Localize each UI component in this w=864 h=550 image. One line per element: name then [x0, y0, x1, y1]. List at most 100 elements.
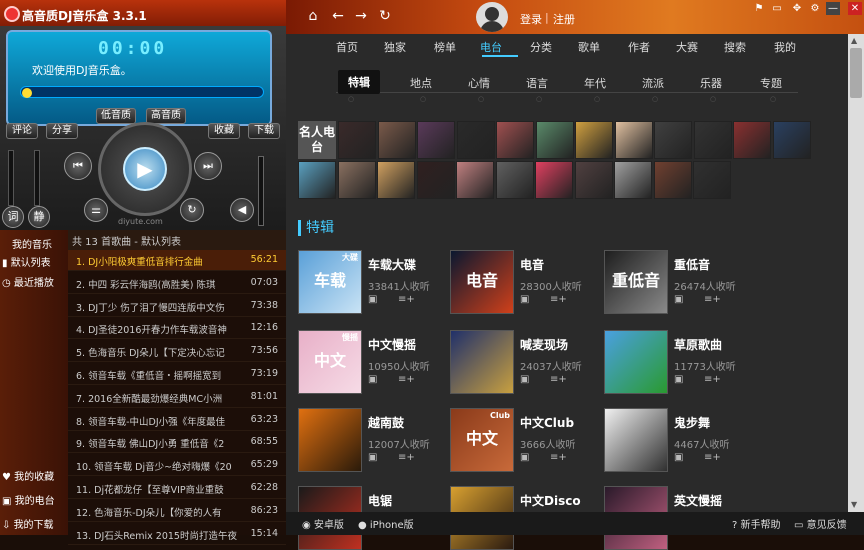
subnav-tab-4[interactable]: 年代	[584, 75, 606, 91]
card-image[interactable]	[604, 330, 668, 394]
playlist-row[interactable]: 5. 色海音乐 DJ朵儿【下定决心忘记 73:56	[68, 341, 286, 363]
card-play-icon[interactable]: ▣	[520, 294, 529, 305]
nav-tab-5[interactable]: 歌单	[578, 39, 600, 55]
playlist-row[interactable]: 10. 领音车载 Dj音少~绝对嗨爆《20 65:29	[68, 455, 286, 477]
card-play-icon[interactable]: ▣	[674, 452, 683, 463]
card-add-icon[interactable]: ≡+	[550, 452, 567, 463]
announcer-avatar[interactable]	[574, 161, 613, 199]
card-add-icon[interactable]: ≡+	[704, 374, 721, 385]
move-icon[interactable]: ✥	[790, 2, 804, 15]
announcer-avatar[interactable]	[456, 161, 494, 199]
scroll-down-icon[interactable]: ▼	[851, 500, 857, 509]
refresh-icon[interactable]: ↻	[377, 8, 393, 24]
nav-tab-1[interactable]: 独家	[384, 39, 406, 55]
scroll-up-icon[interactable]: ▲	[851, 36, 857, 45]
sidebar-item-recent[interactable]: ◷ 最近播放	[2, 274, 54, 289]
announcer-avatar[interactable]	[693, 121, 732, 159]
card-image[interactable]: 电音	[450, 250, 514, 314]
card-title[interactable]: 电锯	[368, 492, 392, 509]
card-title[interactable]: 中文慢摇	[368, 336, 416, 353]
subnav-tab-6[interactable]: 乐器	[700, 75, 722, 91]
announcer-avatar[interactable]	[614, 161, 652, 199]
playlist-row[interactable]: 2. 中四 彩云伴海鸥(高胜美) 陈琪 07:03	[68, 273, 286, 294]
sidebar-item-downloads[interactable]: ⇩ 我的下载	[2, 516, 54, 531]
user-avatar[interactable]	[476, 2, 508, 32]
playlist-row[interactable]: 1. DJ小阳极爽重低音排行金曲 56:21	[68, 250, 286, 271]
playlist-row[interactable]: 6. 领音车载《重低音・摇啊摇宽到 73:19	[68, 364, 286, 385]
announcer-avatar[interactable]	[535, 161, 573, 199]
playlist-row[interactable]: 12. 色海音乐-DJ朵儿【你爱的人有 86:23	[68, 501, 286, 522]
lyrics-button[interactable]: 词	[2, 206, 24, 228]
playlist-row[interactable]: 11. Dj花都龙仔【至尊VIP商业重鼓 62:28	[68, 478, 286, 499]
sidebar-item-my-radio[interactable]: ▣ 我的电台	[2, 492, 55, 507]
card-image[interactable]: 重低音	[604, 250, 668, 314]
nav-tab-0[interactable]: 首页	[336, 39, 358, 55]
nav-tab-2[interactable]: 榜单	[434, 39, 456, 55]
announcer-avatar[interactable]	[337, 161, 376, 199]
card-add-icon[interactable]: ≡+	[398, 294, 415, 305]
playlist-row[interactable]: 3. DJ丁少 伤了泪了慢四连版中文伤 73:38	[68, 296, 286, 317]
skin-icon[interactable]: ⚑	[752, 2, 766, 15]
playlist-row[interactable]: 9. 领音车载 佛山DJ小勇 重低音《2 68:55	[68, 432, 286, 454]
comment-button[interactable]: 评论	[6, 123, 38, 139]
volume-slider[interactable]	[258, 156, 264, 226]
collect-button[interactable]: 收藏	[208, 123, 240, 139]
scrollbar[interactable]	[848, 34, 864, 512]
card-title[interactable]: 喊麦现场	[520, 336, 568, 353]
announcer-avatar[interactable]	[377, 121, 416, 159]
announcer-avatar[interactable]	[496, 121, 534, 159]
card-image[interactable]: 中文 慢摇	[298, 330, 362, 394]
bass-quality-button[interactable]: 低音质	[96, 108, 136, 124]
announcer-avatar[interactable]	[693, 161, 731, 199]
announcer-avatar[interactable]	[377, 161, 415, 199]
announcer-avatar[interactable]	[614, 121, 653, 159]
next-icon[interactable]: ⏭	[194, 152, 222, 180]
subnav-tab-1[interactable]: 地点	[410, 75, 432, 91]
home-icon[interactable]: ⌂	[305, 8, 321, 24]
card-add-icon[interactable]: ≡+	[704, 294, 721, 305]
card-add-icon[interactable]: ≡+	[550, 294, 567, 305]
card-title[interactable]: 车载大碟	[368, 256, 416, 273]
card-image[interactable]	[450, 330, 514, 394]
playlist-row[interactable]: 7. 2016全新酷最劲爆经典MC小洲 81:01	[68, 387, 286, 408]
card-title[interactable]: 中文Club	[520, 414, 574, 431]
equalizer-icon[interactable]: ⚌	[84, 198, 108, 222]
card-add-icon[interactable]: ≡+	[704, 452, 721, 463]
card-play-icon[interactable]: ▣	[368, 294, 377, 305]
card-play-icon[interactable]: ▣	[674, 294, 683, 305]
minimize-button[interactable]: —	[826, 2, 840, 15]
card-add-icon[interactable]: ≡+	[550, 374, 567, 385]
announcer-avatar[interactable]	[456, 121, 495, 159]
subnav-tab-5[interactable]: 流派	[642, 75, 664, 91]
register-link[interactable]: 注册	[553, 11, 575, 27]
card-title[interactable]: 越南鼓	[368, 414, 404, 431]
nav-tab-3[interactable]: 电台	[480, 39, 502, 55]
subnav-tab-3[interactable]: 语言	[526, 75, 548, 91]
mute-button[interactable]: 静	[28, 206, 50, 228]
announcer-avatar[interactable]	[495, 161, 534, 199]
card-play-icon[interactable]: ▣	[520, 452, 529, 463]
subnav-tab-7[interactable]: 专题	[760, 75, 782, 91]
card-title[interactable]: 草原歌曲	[674, 336, 722, 353]
forward-icon[interactable]: →	[353, 8, 369, 24]
card-image[interactable]	[604, 408, 668, 472]
subnav-tab-0[interactable]: 特辑	[338, 70, 380, 94]
help-link[interactable]: ? 新手帮助	[732, 516, 781, 531]
nav-tab-8[interactable]: 搜索	[724, 39, 746, 55]
progress-bar[interactable]	[20, 86, 264, 98]
nav-tab-4[interactable]: 分类	[530, 39, 552, 55]
announcer-avatar[interactable]	[653, 161, 692, 199]
announcer-avatar[interactable]	[772, 121, 811, 159]
card-title[interactable]: 鬼步舞	[674, 414, 710, 431]
playlist-row[interactable]: 4. DJ圣徒2016开春力作车载波音神 12:16	[68, 318, 286, 340]
sidebar-item-favorites[interactable]: ♥ 我的收藏	[2, 468, 54, 483]
subnav-tab-2[interactable]: 心情	[468, 75, 490, 91]
share-button[interactable]: 分享	[46, 123, 78, 139]
announcer-avatar[interactable]	[733, 121, 771, 159]
card-title[interactable]: 中文Disco	[520, 492, 581, 509]
card-image[interactable]: 车载 大碟	[298, 250, 362, 314]
close-button[interactable]: ✕	[848, 2, 862, 15]
nav-tab-7[interactable]: 大赛	[676, 39, 698, 55]
loop-icon[interactable]: ↻	[180, 198, 204, 222]
announcer-avatar[interactable]	[575, 121, 613, 159]
